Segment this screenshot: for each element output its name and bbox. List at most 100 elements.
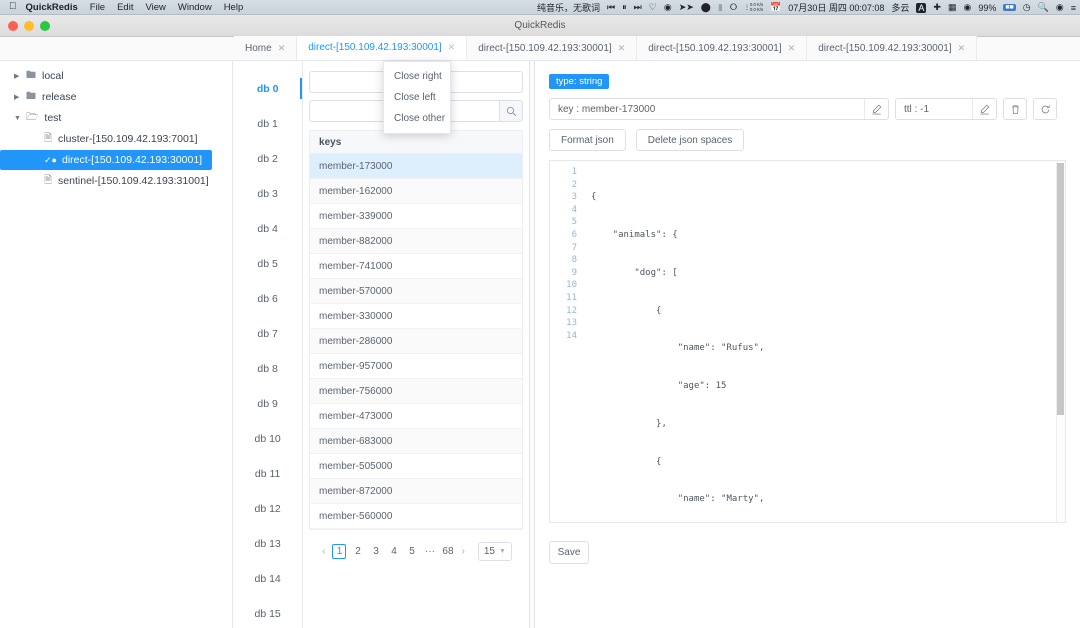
table-row[interactable]: member-741000: [310, 254, 522, 279]
prev-page-button[interactable]: ‹: [320, 546, 327, 557]
battery-small-icon[interactable]: ▮: [718, 2, 723, 13]
table-row[interactable]: member-560000: [310, 504, 522, 529]
table-row[interactable]: member-683000: [310, 429, 522, 454]
table-row[interactable]: member-286000: [310, 329, 522, 354]
refresh-button[interactable]: [1033, 98, 1057, 120]
tab-connection-2[interactable]: direct-[150.109.42.193:30001] ✕: [467, 36, 637, 60]
page-button-1[interactable]: 1: [332, 544, 346, 559]
next-page-button[interactable]: ›: [459, 546, 466, 557]
minimize-window-button[interactable]: [24, 21, 34, 31]
db-item-3[interactable]: db 3: [233, 176, 302, 211]
db-item-1[interactable]: db 1: [233, 106, 302, 141]
editor-content[interactable]: { "animals": { "dog": [ { "name": "Rufus…: [584, 161, 1065, 522]
battery-icon[interactable]: ■■: [1003, 4, 1015, 11]
menu-item-close-left[interactable]: Close left: [384, 87, 450, 108]
menubar-app-name[interactable]: QuickRedis: [26, 2, 78, 13]
scrollbar-thumb[interactable]: [1057, 163, 1064, 415]
db-item-2[interactable]: db 2: [233, 141, 302, 176]
json-editor[interactable]: 1 2 3 4 5 6 7 8 9 10 11 12 13 14 {: [549, 160, 1066, 523]
edit-ttl-button[interactable]: [972, 99, 996, 119]
table-row[interactable]: member-872000: [310, 479, 522, 504]
maximize-window-button[interactable]: [40, 21, 50, 31]
tab-home[interactable]: Home ✕: [234, 36, 297, 60]
page-button-5[interactable]: 5: [405, 546, 418, 557]
calendar-icon[interactable]: 📅: [770, 2, 781, 13]
siri-icon[interactable]: ◉: [1056, 2, 1064, 13]
db-item-7[interactable]: db 7: [233, 316, 302, 351]
airdrop-icon[interactable]: ➤➤: [679, 2, 694, 13]
chevron-down-icon[interactable]: ▼: [14, 115, 26, 122]
network-speed-indicator[interactable]: ⋮ 0.0 K/s 0.0 K/s: [744, 3, 763, 12]
key-field[interactable]: key : member-173000: [549, 98, 889, 120]
menubar-weather[interactable]: 多云: [891, 1, 909, 14]
save-button[interactable]: Save: [549, 541, 589, 564]
heart-icon[interactable]: ♡: [649, 2, 657, 13]
page-button-4[interactable]: 4: [387, 546, 400, 557]
close-window-button[interactable]: [8, 21, 18, 31]
table-row[interactable]: member-570000: [310, 279, 522, 304]
close-icon[interactable]: ✕: [958, 43, 966, 54]
table-row[interactable]: member-473000: [310, 404, 522, 429]
close-icon[interactable]: ✕: [788, 43, 796, 54]
db-item-14[interactable]: db 14: [233, 561, 302, 596]
display-icon[interactable]: ▦: [948, 2, 957, 13]
tab-connection-1[interactable]: direct-[150.109.42.193:30001] ✕: [297, 36, 467, 60]
tree-item-cluster[interactable]: 🗎 cluster-[150.109.42.193:7001]: [0, 129, 232, 149]
db-item-6[interactable]: db 6: [233, 281, 302, 316]
db-item-12[interactable]: db 12: [233, 491, 302, 526]
table-row[interactable]: member-339000: [310, 204, 522, 229]
tree-item-sentinel[interactable]: 🗎 sentinel-[150.109.42.193:31001]: [0, 171, 232, 191]
db-item-15[interactable]: db 15: [233, 596, 302, 628]
menubar-item-view[interactable]: View: [145, 2, 165, 13]
shield-icon[interactable]: ⭘: [730, 2, 737, 13]
tree-item-direct[interactable]: ✓● direct-[150.109.42.193:30001]: [0, 150, 212, 170]
menubar-item-edit[interactable]: Edit: [117, 2, 133, 13]
pause-icon[interactable]: ⏸: [622, 2, 627, 13]
menubar-item-window[interactable]: Window: [178, 2, 212, 13]
page-button-3[interactable]: 3: [369, 546, 382, 557]
db-item-13[interactable]: db 13: [233, 526, 302, 561]
tree-group-test[interactable]: ▼ 🗁 test: [0, 108, 232, 128]
menubar-item-help[interactable]: Help: [224, 2, 244, 13]
chevron-right-icon[interactable]: ▶: [14, 93, 26, 101]
table-row[interactable]: member-756000: [310, 379, 522, 404]
at-icon[interactable]: ◉: [664, 2, 672, 13]
page-button-2[interactable]: 2: [351, 546, 364, 557]
db-item-11[interactable]: db 11: [233, 456, 302, 491]
table-row[interactable]: member-330000: [310, 304, 522, 329]
close-icon[interactable]: ✕: [278, 43, 286, 54]
table-row[interactable]: member-173000: [310, 154, 522, 179]
control-center-icon[interactable]: ≡: [1071, 3, 1076, 13]
menu-item-close-other[interactable]: Close other: [384, 108, 450, 129]
db-item-10[interactable]: db 10: [233, 421, 302, 456]
menubar-datetime[interactable]: 07月30日 周四 00:07:08: [788, 1, 884, 14]
chevron-right-icon[interactable]: ▶: [14, 72, 26, 80]
db-item-0[interactable]: db 0: [233, 71, 302, 106]
tree-group-local[interactable]: ▶ 🖿 local: [0, 66, 232, 86]
table-row[interactable]: member-162000: [310, 179, 522, 204]
db-item-8[interactable]: db 8: [233, 351, 302, 386]
prev-track-icon[interactable]: ⏮: [607, 2, 615, 13]
next-track-icon[interactable]: ⏭: [634, 2, 642, 13]
menu-item-close-right[interactable]: Close right: [384, 66, 450, 87]
db-item-5[interactable]: db 5: [233, 246, 302, 281]
db-item-9[interactable]: db 9: [233, 386, 302, 421]
search-icon[interactable]: 🔍: [1038, 2, 1049, 13]
table-row[interactable]: member-882000: [310, 229, 522, 254]
clock-icon[interactable]: ◷: [1023, 2, 1031, 13]
format-json-button[interactable]: Format json: [549, 129, 626, 151]
menubar-item-file[interactable]: File: [90, 2, 105, 13]
apple-icon[interactable]: : [9, 2, 17, 12]
page-ellipsis[interactable]: ···: [423, 546, 436, 557]
delete-json-spaces-button[interactable]: Delete json spaces: [636, 129, 745, 151]
delete-key-button[interactable]: [1003, 98, 1027, 120]
db-item-4[interactable]: db 4: [233, 211, 302, 246]
search-button[interactable]: [499, 100, 523, 122]
bluetooth-icon[interactable]: ✚: [933, 2, 941, 13]
page-button-last[interactable]: 68: [441, 546, 454, 557]
tree-group-release[interactable]: ▶ 🖿 release: [0, 87, 232, 107]
editor-scrollbar[interactable]: [1056, 161, 1065, 523]
droplet-icon[interactable]: ⬤: [701, 2, 711, 13]
wifi-icon[interactable]: ◉: [963, 2, 971, 13]
tab-connection-4[interactable]: direct-[150.109.42.193:30001] ✕: [807, 36, 977, 60]
